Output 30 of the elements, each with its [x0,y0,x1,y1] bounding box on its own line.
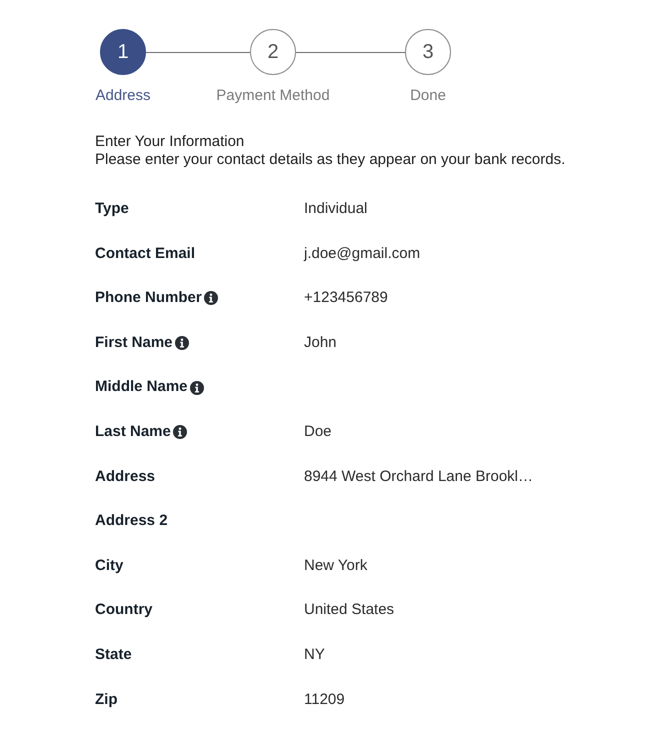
form-title: Enter Your Information [95,133,246,151]
field-value: John [304,332,337,353]
field-value: 11209 [304,690,345,710]
step-number: 1 [100,29,146,75]
field-label: Zip [95,690,118,710]
step-label: Done [410,87,446,105]
field-value: +123456789 [304,288,388,308]
step-label: Address [95,87,151,105]
field-value: Doe [304,422,332,442]
step-number: 3 [405,29,451,75]
field-label: Phone Number [95,288,202,308]
step-label: Payment Method [216,87,330,105]
field-label: Address 2 [95,511,168,532]
field-label: Address [95,466,156,487]
field-value: NY [304,644,325,665]
form-instructions: Please enter your contact details as they appear on your bank records. [95,151,566,169]
field-label: Country [95,600,152,620]
field-label: Type [95,199,129,220]
field-value: United States [304,600,394,620]
field-value: Individual [304,199,368,220]
field-label: Contact Email [95,244,196,264]
field-label: Last Name [95,422,171,442]
field-value: 8944 West Orchard Lane Brookl… [304,466,534,487]
field-label: Middle Name [95,377,188,398]
step-number: 2 [250,29,296,75]
field-label: State [95,644,132,665]
field-label: City [95,556,124,576]
field-value: New York [304,556,368,576]
field-value: j.doe@gmail.com [304,244,420,264]
field-label: First Name [95,332,173,353]
